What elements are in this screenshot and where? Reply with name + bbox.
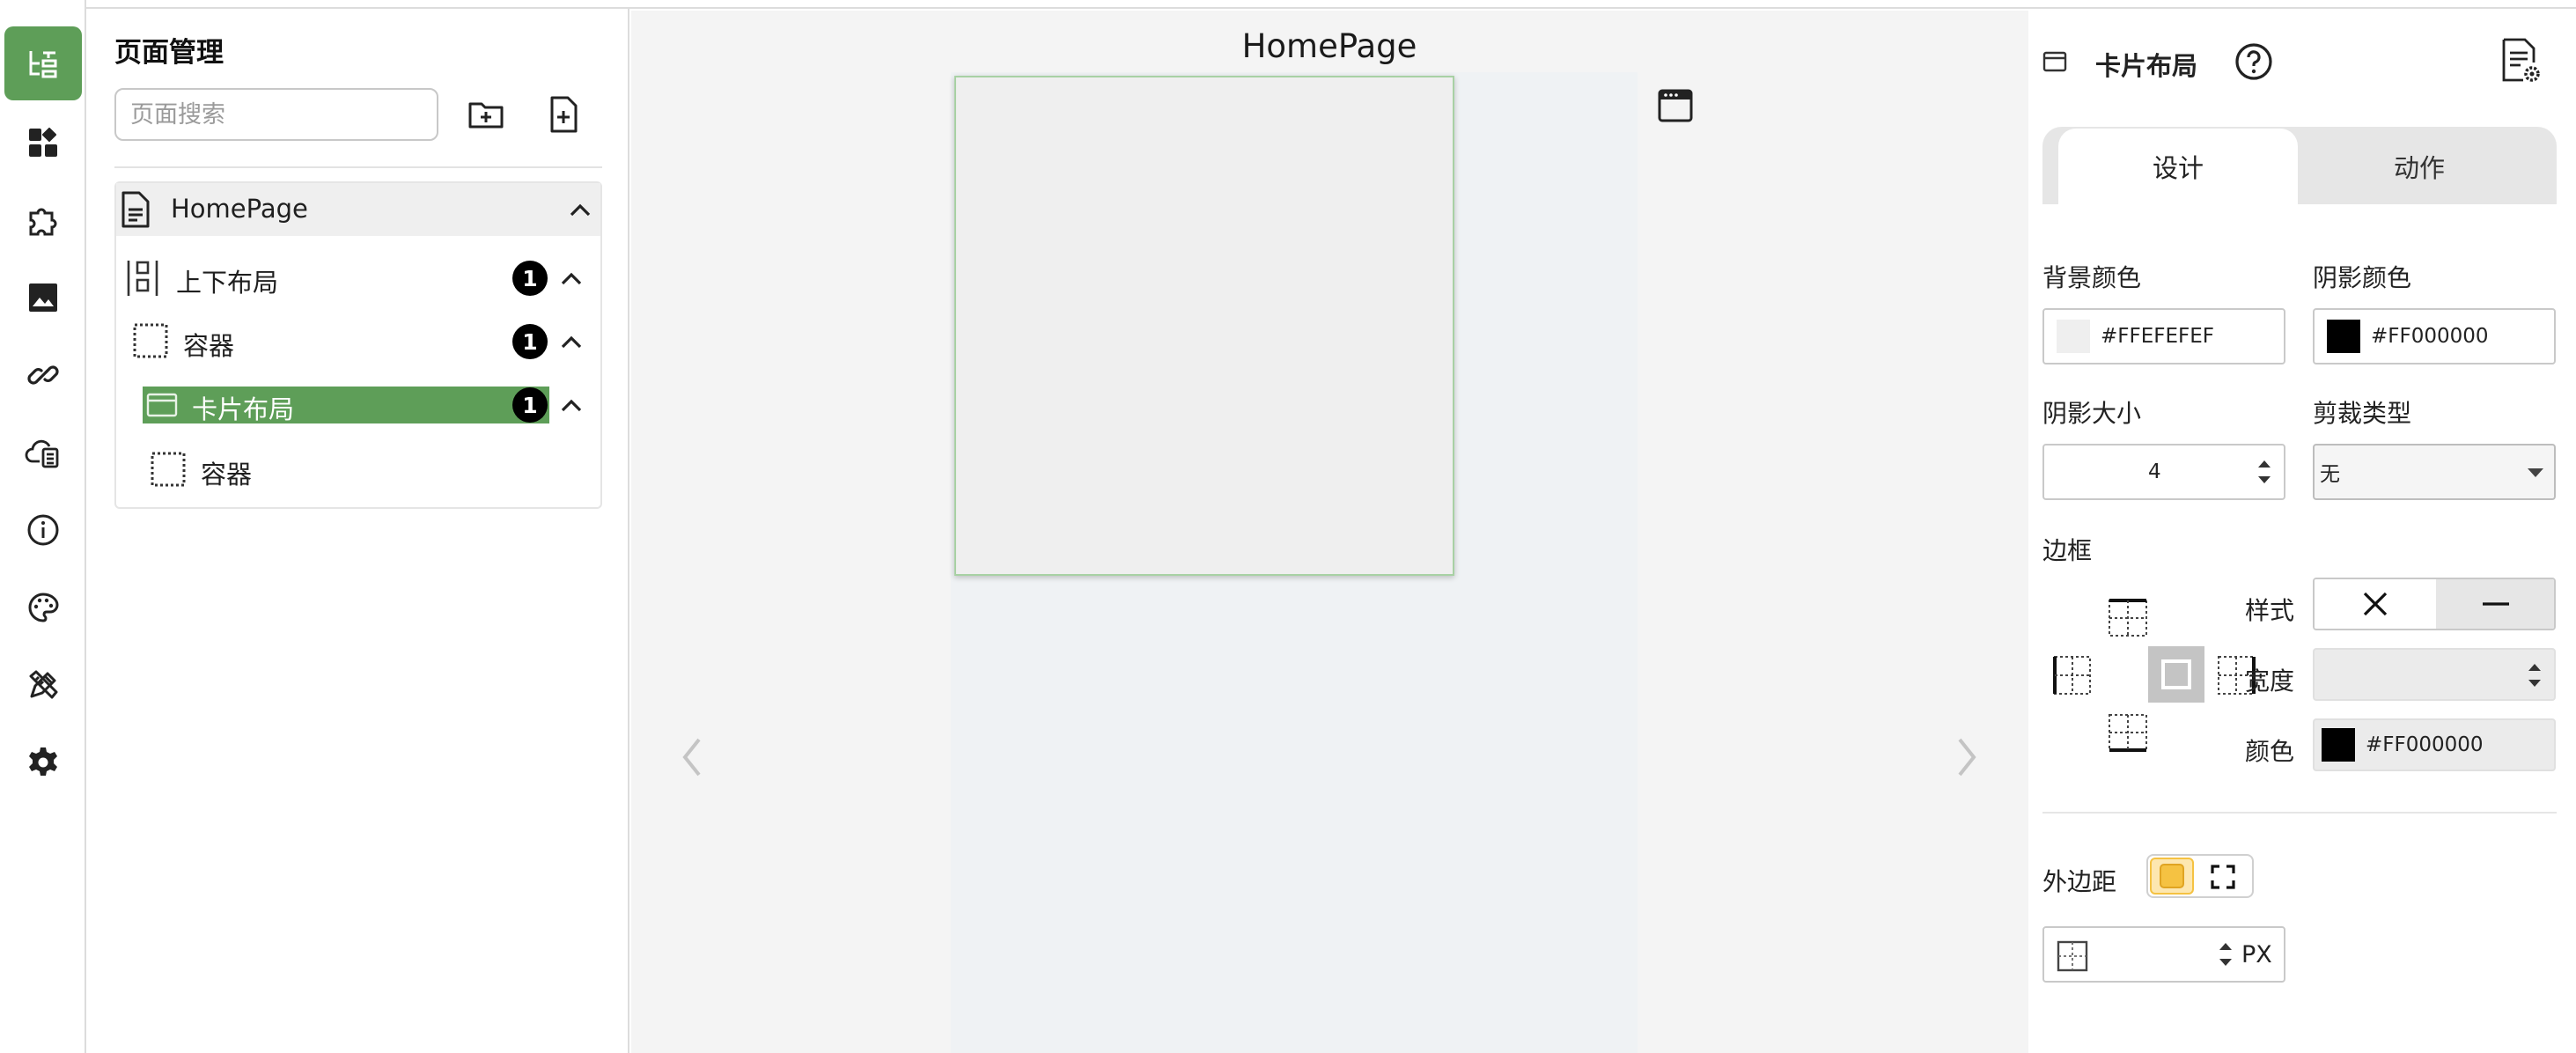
card-layout-preview[interactable] bbox=[954, 76, 1454, 576]
border-width-stepper[interactable] bbox=[2313, 648, 2556, 701]
bg-color-field[interactable]: #FFEFEFEF bbox=[2042, 308, 2285, 364]
border-label: 边框 bbox=[2042, 536, 2093, 565]
help-icon[interactable] bbox=[2234, 42, 2273, 81]
container-icon bbox=[150, 451, 187, 488]
tab-design[interactable]: 设计 bbox=[2058, 129, 2298, 204]
page-tree-title: 页面管理 bbox=[114, 37, 224, 69]
page-tree-panel bbox=[88, 9, 629, 1053]
chevron-up-icon[interactable] bbox=[556, 390, 586, 420]
shadow-size-value: 4 bbox=[2148, 460, 2161, 483]
border-width-label: 宽度 bbox=[2245, 666, 2295, 696]
margin-unit-label: PX bbox=[2241, 940, 2272, 968]
tab-action[interactable]: 动作 bbox=[2298, 129, 2541, 204]
tree-root-label: HomePage bbox=[171, 194, 308, 224]
solid-line-icon bbox=[2483, 602, 2509, 606]
chevron-up-icon[interactable] bbox=[556, 263, 586, 293]
previous-page-arrow-icon[interactable] bbox=[674, 731, 710, 784]
section-divider bbox=[2042, 812, 2557, 814]
container-icon bbox=[132, 322, 169, 359]
chevron-down-icon bbox=[2528, 468, 2543, 477]
page-icon bbox=[118, 190, 153, 229]
border-color-value: #FF000000 bbox=[2366, 733, 2484, 756]
tree-node-label[interactable]: 上下布局 bbox=[176, 262, 278, 299]
border-color-swatch bbox=[2322, 728, 2355, 762]
border-none-button[interactable] bbox=[2315, 579, 2436, 629]
border-style-toggle bbox=[2313, 578, 2556, 630]
shadow-color-field[interactable]: #FF000000 bbox=[2313, 308, 2556, 364]
palette-icon[interactable] bbox=[4, 571, 82, 644]
page-tree-icon[interactable] bbox=[4, 26, 82, 100]
chevron-up-icon[interactable] bbox=[565, 195, 595, 225]
clip-type-select[interactable]: 无 bbox=[2313, 444, 2556, 500]
tree-node-label[interactable]: 容器 bbox=[183, 326, 234, 363]
border-right-icon[interactable] bbox=[2169, 655, 2257, 696]
link-icon[interactable] bbox=[4, 338, 82, 412]
clip-type-value: 无 bbox=[2320, 463, 2340, 486]
info-icon[interactable] bbox=[4, 493, 82, 567]
shadow-color-value: #FF000000 bbox=[2371, 325, 2489, 348]
expand-corners-icon bbox=[2211, 865, 2235, 889]
image-icon[interactable] bbox=[4, 261, 82, 335]
margin-stepper[interactable]: PX bbox=[2042, 926, 2285, 983]
shadow-size-stepper[interactable]: 4 bbox=[2042, 444, 2285, 500]
clip-type-label: 剪裁类型 bbox=[2313, 399, 2412, 428]
margin-label: 外边距 bbox=[2042, 867, 2117, 896]
window-frame-icon[interactable] bbox=[1657, 88, 1694, 123]
close-icon bbox=[2363, 592, 2388, 616]
card-layout-icon bbox=[146, 393, 178, 417]
top-bar bbox=[0, 0, 2576, 9]
child-count-badge: 1 bbox=[512, 387, 548, 423]
border-bottom-icon[interactable] bbox=[2108, 711, 2148, 754]
settings-icon[interactable] bbox=[4, 725, 82, 799]
page-search-input[interactable] bbox=[114, 88, 438, 141]
page-settings-icon[interactable] bbox=[2500, 37, 2541, 85]
new-page-icon[interactable] bbox=[539, 90, 588, 139]
border-color-field[interactable]: #FF000000 bbox=[2313, 718, 2556, 771]
cloud-data-icon[interactable] bbox=[4, 416, 82, 490]
next-page-arrow-icon[interactable] bbox=[1949, 731, 1984, 784]
shadow-size-label: 阴影大小 bbox=[2042, 399, 2142, 428]
margin-mode-toggle bbox=[2146, 854, 2254, 898]
margin-uniform-button[interactable] bbox=[2150, 858, 2194, 895]
column-layout-icon bbox=[125, 259, 160, 298]
child-count-badge: 1 bbox=[512, 261, 548, 296]
child-count-badge: 1 bbox=[512, 324, 548, 359]
canvas-page-title: HomePage bbox=[1241, 27, 1417, 65]
chevron-up-icon[interactable] bbox=[556, 327, 586, 357]
border-color-label: 颜色 bbox=[2245, 737, 2295, 766]
border-solid-button[interactable] bbox=[2436, 579, 2554, 629]
bg-color-value: #FFEFEFEF bbox=[2101, 325, 2215, 348]
tree-node-label: 卡片布局 bbox=[192, 394, 295, 424]
bg-color-swatch bbox=[2057, 320, 2090, 353]
border-style-label: 样式 bbox=[2245, 596, 2295, 625]
shadow-color-label: 阴影颜色 bbox=[2313, 263, 2412, 292]
border-top-icon[interactable] bbox=[2108, 597, 2148, 639]
components-icon[interactable] bbox=[4, 106, 82, 180]
uniform-square-icon bbox=[2160, 864, 2184, 888]
design-tools-icon[interactable] bbox=[4, 648, 82, 722]
margin-individual-button[interactable] bbox=[2201, 859, 2245, 895]
margin-box-icon bbox=[2057, 940, 2088, 972]
component-title: 卡片布局 bbox=[2095, 51, 2198, 81]
tree-node-label[interactable]: 容器 bbox=[201, 454, 252, 491]
bg-color-label: 背景颜色 bbox=[2042, 263, 2142, 292]
stepper-arrows-icon[interactable] bbox=[2526, 658, 2543, 693]
card-layout-icon bbox=[2042, 51, 2067, 72]
plugin-icon[interactable] bbox=[4, 183, 82, 257]
stepper-arrows-icon[interactable] bbox=[2256, 454, 2273, 490]
shadow-color-swatch bbox=[2327, 320, 2360, 353]
border-left-icon[interactable] bbox=[2051, 655, 2094, 696]
icon-rail bbox=[0, 0, 86, 1053]
new-folder-icon[interactable] bbox=[461, 90, 511, 139]
tree-divider bbox=[114, 166, 602, 168]
stepper-arrows-icon[interactable] bbox=[2217, 937, 2234, 972]
